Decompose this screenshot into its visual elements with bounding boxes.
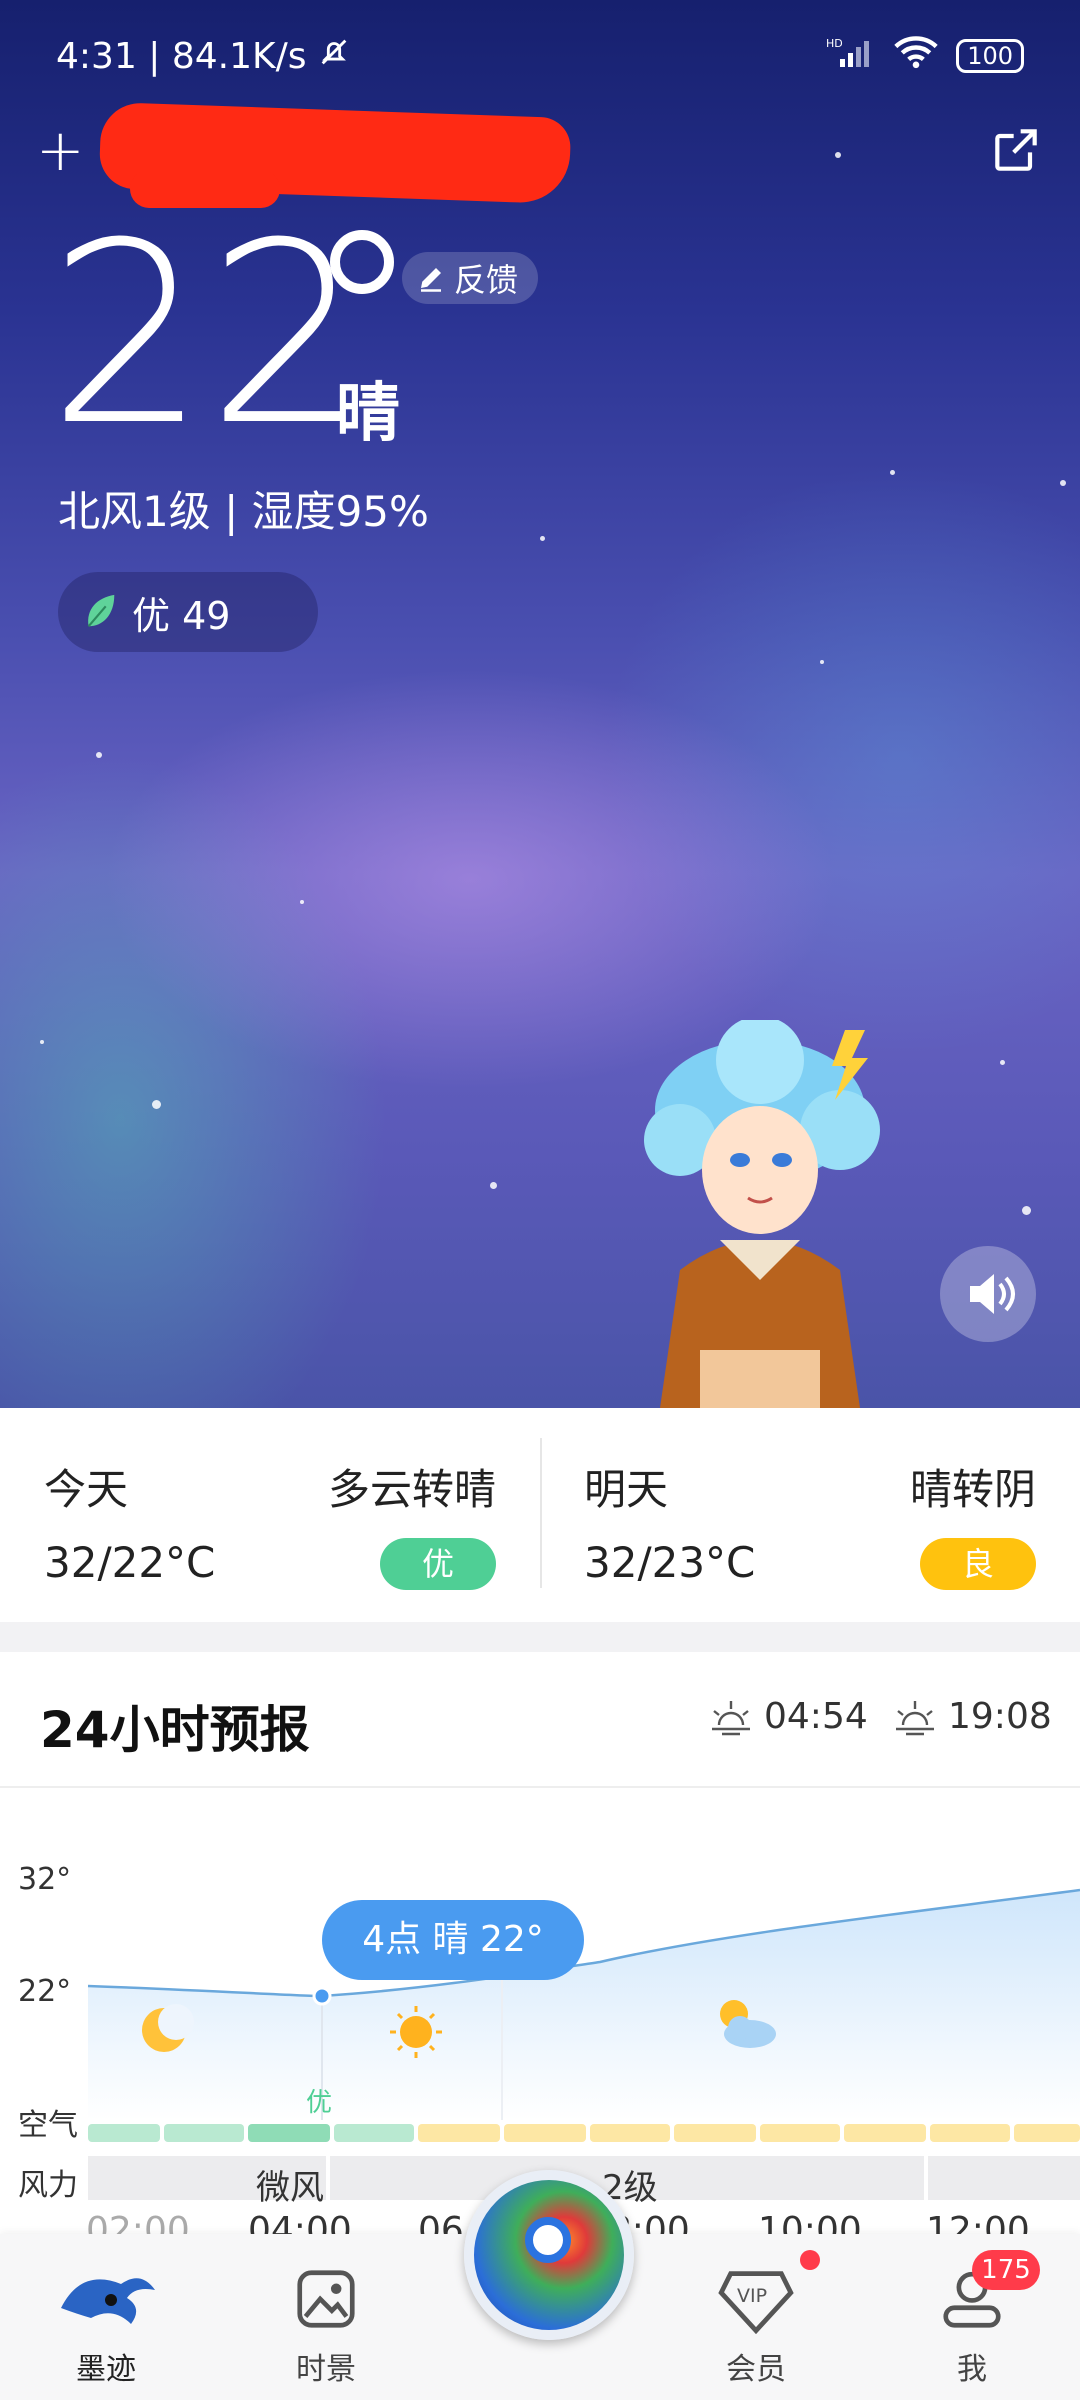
- nav-label: 墨迹: [76, 2352, 136, 2387]
- aq-segment: [590, 2124, 670, 2142]
- star: [300, 900, 304, 904]
- nav-item-scenery[interactable]: 时景: [226, 2234, 426, 2400]
- vip-icon: VIP: [718, 2271, 794, 2335]
- weather-hero: 4:31 | 84.1K/s HD 100 + 22 晴 反馈 北风1级 | 湿…: [0, 0, 1080, 1408]
- star: [490, 1182, 497, 1189]
- mute-icon: [317, 35, 351, 78]
- status-bar: 4:31 | 84.1K/s HD 100: [56, 30, 1024, 82]
- moji-logo-icon: [61, 2278, 155, 2324]
- aq-segment: [504, 2124, 586, 2142]
- star: [540, 536, 545, 541]
- sunset-icon: [896, 1700, 934, 1735]
- location-dot-icon: [525, 2217, 571, 2263]
- message-count-badge: 175: [972, 2250, 1040, 2290]
- y-axis-low: 22°: [18, 1974, 72, 2009]
- sunset-time: 19:08: [948, 1696, 1052, 1737]
- notification-dot: [800, 2250, 820, 2270]
- nav-item-me[interactable]: 我: [872, 2234, 1072, 2400]
- star: [1022, 1206, 1031, 1215]
- aq-segment: [930, 2124, 1010, 2142]
- battery-indicator: 100: [956, 39, 1024, 73]
- day-label: 明天: [584, 1465, 669, 1514]
- signal-icon: HD: [826, 35, 876, 78]
- wind-row-label: 风力: [18, 2168, 78, 2203]
- aq-segment: [844, 2124, 926, 2142]
- star: [40, 1040, 44, 1044]
- aq-segment: [88, 2124, 160, 2142]
- pencil-icon: [421, 268, 441, 292]
- wind-light-label: 微风: [256, 2168, 324, 2208]
- wifi-icon: [894, 35, 938, 78]
- image-icon: [297, 2270, 355, 2328]
- current-temperature: 22: [48, 189, 367, 480]
- star: [96, 752, 102, 758]
- svg-text:VIP: VIP: [737, 2285, 767, 2307]
- aq-segment: [248, 2124, 330, 2142]
- status-divider: |: [136, 35, 172, 77]
- day-weather: 多云转晴: [327, 1465, 496, 1514]
- tomorrow-summary[interactable]: 明天 晴转阴 32/23°C 良: [540, 1408, 1080, 1622]
- status-time: 4:31: [56, 35, 137, 77]
- day-weather: 晴转阴: [909, 1465, 1036, 1514]
- wind-humidity: 北风1级 | 湿度95%: [58, 487, 429, 536]
- nav-label: 会员: [726, 2352, 786, 2387]
- divider: [0, 1786, 1080, 1788]
- degree-symbol: [330, 230, 394, 294]
- star: [1060, 480, 1066, 486]
- aqi-label: 优 49: [132, 593, 231, 638]
- current-condition: 晴: [336, 377, 400, 451]
- air-row-label: 空气: [18, 2108, 78, 2143]
- star: [820, 660, 824, 664]
- star: [152, 1100, 161, 1109]
- sunrise-time: 04:54: [764, 1696, 868, 1737]
- nav-label: 时景: [296, 2352, 356, 2387]
- aq-segment: [674, 2124, 756, 2142]
- aqi-badge: 良: [920, 1538, 1036, 1590]
- sunset: 19:08: [892, 1696, 1052, 1737]
- nav-label: 我: [957, 2352, 987, 2387]
- divider: [540, 1438, 542, 1588]
- sunrise: 04:54: [708, 1696, 868, 1737]
- weather-mascot[interactable]: [640, 1020, 900, 1408]
- sunrise-icon: [712, 1700, 750, 1735]
- air-quality-mark: 优: [306, 2088, 333, 2118]
- wind-segment: [928, 2156, 1080, 2200]
- feedback-button[interactable]: 反馈: [402, 252, 539, 304]
- day-temp-range: 32/22°C: [44, 1538, 216, 1587]
- day-temp-range: 32/23°C: [584, 1538, 756, 1587]
- svg-text:HD: HD: [826, 37, 843, 50]
- feedback-label: 反馈: [454, 261, 519, 299]
- hour-tooltip: 4点 晴 22°: [322, 1900, 584, 1980]
- aq-segment: [418, 2124, 500, 2142]
- today-summary[interactable]: 今天 多云转晴 32/22°C 优: [0, 1408, 540, 1622]
- status-net-speed: 84.1K/s: [171, 35, 307, 77]
- speaker-icon: [970, 1274, 1015, 1314]
- aq-segment: [760, 2124, 840, 2142]
- nav-item-moji[interactable]: 墨迹: [6, 2234, 206, 2400]
- aq-segment: [334, 2124, 414, 2142]
- aq-segment: [1014, 2124, 1080, 2142]
- day-label: 今天: [44, 1465, 129, 1514]
- aqi-pill[interactable]: 优 49: [58, 572, 318, 652]
- nav-item-vip[interactable]: VIP 会员: [656, 2234, 856, 2400]
- speaker-button[interactable]: [940, 1246, 1036, 1342]
- aq-segment: [164, 2124, 244, 2142]
- share-icon[interactable]: [988, 122, 1044, 178]
- forecast-title: 24小时预报: [40, 1701, 310, 1759]
- star: [1000, 1060, 1005, 1065]
- y-axis-high: 32°: [18, 1862, 72, 1897]
- aqi-badge: 优: [380, 1538, 496, 1590]
- plus-icon[interactable]: +: [36, 116, 85, 184]
- leaf-icon: [87, 594, 115, 627]
- star: [890, 470, 895, 475]
